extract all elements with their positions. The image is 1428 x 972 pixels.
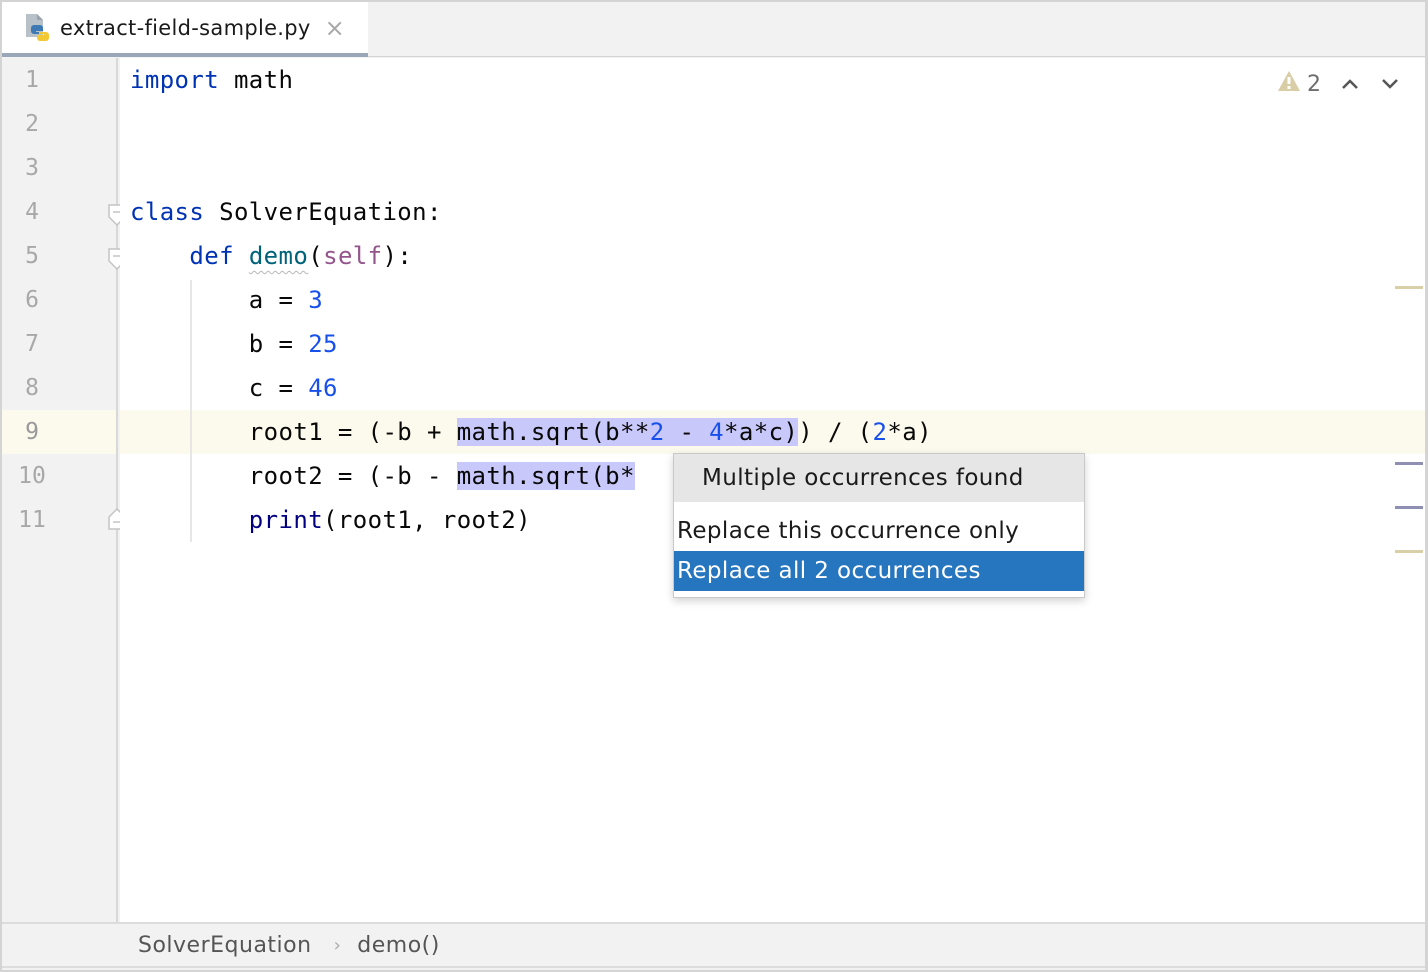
code-text: math.sqrt(b** — [456, 418, 650, 446]
line-number-current: 9 — [25, 419, 39, 445]
line-number: 8 — [25, 375, 39, 401]
breadcrumb-item-class[interactable]: SolverEquation — [138, 933, 312, 958]
line-number: 11 — [18, 507, 46, 533]
keyword: import — [130, 66, 220, 94]
warning-icon — [1277, 70, 1301, 98]
line-number: 10 — [18, 463, 46, 489]
line-number: 5 — [25, 243, 39, 269]
number-literal: 3 — [308, 286, 324, 314]
code-text: math — [219, 66, 294, 94]
class-name: SolverEquation: — [204, 198, 442, 226]
code-text: ) / ( — [798, 418, 873, 446]
code-text: root1 = (-b + — [248, 418, 457, 446]
line-number: 2 — [25, 111, 39, 137]
python-file-icon — [24, 13, 52, 43]
code-line-1: import math — [130, 58, 293, 102]
code-text: *a*c) — [724, 418, 799, 446]
occurrences-popup: Multiple occurrences found Replace this … — [673, 453, 1085, 598]
number-literal: 2 — [872, 418, 888, 446]
replace-this-occurrence-option[interactable]: Replace this occurrence only — [674, 511, 1084, 551]
occurrence-stripe-mark[interactable] — [1395, 462, 1423, 465]
function-name: demo — [248, 242, 309, 270]
number-literal: 2 — [649, 418, 665, 446]
assignment: a = — [248, 286, 309, 314]
warning-count: 2 — [1307, 71, 1321, 97]
number-literal: 46 — [308, 374, 338, 402]
code-line-11: print(root1, root2) — [130, 498, 531, 542]
close-icon[interactable]: × — [325, 16, 345, 40]
code-line-10: root2 = (-b - math.sqrt(b* — [130, 454, 635, 498]
code-text: (root1, root2) — [323, 506, 531, 534]
chevron-down-icon[interactable] — [1379, 73, 1401, 95]
line-number: 7 — [25, 331, 39, 357]
code-line-6: a = 3 — [130, 278, 323, 322]
line-number: 3 — [25, 155, 39, 181]
builtin-function: print — [248, 506, 324, 534]
line-number: 1 — [25, 67, 39, 93]
number-literal: 4 — [709, 418, 725, 446]
assignment: c = — [248, 374, 309, 402]
code-text: root2 = (-b - — [248, 462, 457, 490]
self-param: self — [323, 242, 383, 270]
breadcrumb-item-method[interactable]: demo() — [357, 933, 440, 958]
code-line-4: class SolverEquation: — [130, 190, 442, 234]
paren: ): — [382, 242, 413, 270]
number-literal: 25 — [308, 330, 338, 358]
breadcrumb-separator-icon: › — [333, 934, 342, 956]
line-number: 6 — [25, 287, 39, 313]
code-line-5: def demo(self): — [130, 234, 412, 278]
code-text: - — [664, 418, 710, 446]
editor-gutter: 1 2 3 4 5 6 7 8 9 10 11 — [2, 58, 126, 922]
replace-all-occurrences-option[interactable]: Replace all 2 occurrences — [674, 551, 1084, 591]
warning-counter[interactable]: 2 — [1277, 70, 1321, 98]
keyword: class — [130, 198, 205, 226]
tab-title: extract-field-sample.py — [60, 15, 311, 40]
breadcrumb: SolverEquation › demo() — [2, 922, 1425, 968]
assignment: b = — [248, 330, 309, 358]
selected-expression[interactable]: math.sqrt(b**2 - 4*a*c) — [456, 418, 799, 446]
paren: ( — [308, 242, 324, 270]
code-text: *a) — [887, 418, 932, 446]
popup-title: Multiple occurrences found — [674, 454, 1084, 502]
editor-tab-bar: extract-field-sample.py × — [2, 2, 1425, 57]
warning-stripe-mark[interactable] — [1395, 550, 1423, 553]
tab-extract-field-sample[interactable]: extract-field-sample.py × — [2, 2, 368, 57]
warning-stripe-mark[interactable] — [1395, 286, 1423, 289]
code-line-7: b = 25 — [130, 322, 338, 366]
occurrence-stripe-mark[interactable] — [1395, 506, 1423, 509]
code-line-8: c = 46 — [130, 366, 338, 410]
line-number: 4 — [25, 199, 39, 225]
keyword: def — [189, 242, 234, 270]
chevron-up-icon[interactable] — [1339, 73, 1361, 95]
occurrence-highlight: math.sqrt(b* — [456, 462, 635, 490]
inspection-widget: 2 — [1277, 70, 1401, 98]
code-line-9: root1 = (-b + math.sqrt(b**2 - 4*a*c)) /… — [130, 410, 932, 454]
